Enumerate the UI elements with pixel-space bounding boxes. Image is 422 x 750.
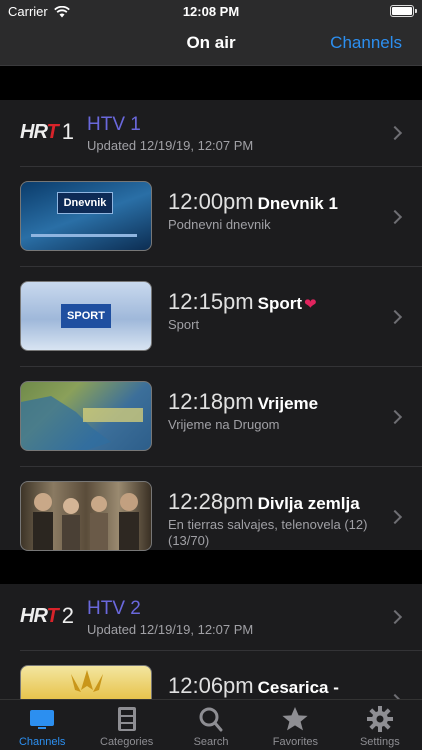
tab-settings[interactable]: Settings xyxy=(338,700,422,750)
cast-photo-graphic xyxy=(33,493,139,550)
search-icon xyxy=(199,707,223,732)
program-thumbnail xyxy=(20,381,152,451)
heart-icon: ❤ xyxy=(304,296,317,313)
on-air-list[interactable]: HRT 1 HTV 1 Updated 12/19/19, 12:07 PM D… xyxy=(0,66,422,699)
tab-label: Search xyxy=(193,736,229,748)
program-thumbnail xyxy=(20,481,152,551)
program-subtitle: Podnevni dnevnik xyxy=(168,217,271,232)
program-thumbnail xyxy=(20,665,152,699)
status-bar: Carrier 12:08 PM xyxy=(0,0,422,22)
channel-number: 1 xyxy=(61,119,74,144)
program-row[interactable]: 12:18pm Vrijeme Vrijeme na Drugom xyxy=(20,366,422,466)
thumbnail-graphic xyxy=(71,670,103,692)
program-subtitle: Sport xyxy=(168,317,200,332)
channel-section-htv2: HRT 2 HTV 2 Updated 12/19/19, 12:07 PM 1… xyxy=(0,584,422,699)
program-time: 12:00pm xyxy=(168,189,254,214)
channel-header-htv2[interactable]: HRT 2 HTV 2 Updated 12/19/19, 12:07 PM xyxy=(0,584,422,650)
program-title: Cesarica - xyxy=(257,678,339,697)
program-title: Vrijeme xyxy=(257,394,319,413)
chevron-right-icon xyxy=(387,609,403,625)
navigation-bar: On air Channels xyxy=(0,22,422,66)
program-subtitle: Vrijeme na Drugom xyxy=(168,417,280,432)
tab-bar: Channels Categories Search Favorites Set… xyxy=(0,699,422,750)
hrt-logo: HRT 2 xyxy=(20,603,74,628)
program-time: 12:15pm xyxy=(168,289,254,314)
program-row[interactable]: Dnevnik 12:00pm Dnevnik 1 Podnevni dnevni… xyxy=(20,166,422,266)
thumbnail-caption: SPORT xyxy=(61,304,111,328)
program-thumbnail: Dnevnik xyxy=(20,181,152,251)
program-time: 12:06pm xyxy=(168,673,254,698)
program-title: Dnevnik 1 xyxy=(257,194,338,213)
tab-label: Channels xyxy=(18,736,66,748)
tv-icon xyxy=(30,710,55,729)
chevron-right-icon xyxy=(387,125,403,141)
channel-updated: Updated 12/19/19, 12:07 PM xyxy=(87,622,254,637)
status-time: 12:08 PM xyxy=(182,4,240,19)
program-time: 12:28pm xyxy=(168,489,254,514)
tab-channels[interactable]: Channels xyxy=(0,700,84,750)
tab-categories[interactable]: Categories xyxy=(84,700,168,750)
tab-label: Settings xyxy=(359,736,400,748)
tab-label: Categories xyxy=(100,736,154,748)
channel-header-htv1[interactable]: HRT 1 HTV 1 Updated 12/19/19, 12:07 PM xyxy=(0,100,422,166)
channel-name: HTV 2 xyxy=(87,598,141,619)
channel-section-htv1: HRT 1 HTV 1 Updated 12/19/19, 12:07 PM D… xyxy=(0,100,422,551)
thumbnail-caption: Dnevnik xyxy=(57,192,113,214)
channels-button[interactable]: Channels xyxy=(330,33,402,53)
tab-label: Favorites xyxy=(272,736,319,748)
star-icon xyxy=(282,707,309,731)
channel-updated: Updated 12/19/19, 12:07 PM xyxy=(87,138,254,153)
cabinet-icon xyxy=(117,707,136,731)
hrt-logo: HRT 1 xyxy=(20,119,74,144)
program-row[interactable]: SPORT 12:15pm Sport ❤ Sport xyxy=(20,266,422,366)
channel-number: 2 xyxy=(61,603,74,628)
weather-map-graphic xyxy=(21,396,143,450)
program-thumbnail: SPORT xyxy=(20,281,152,351)
program-row[interactable]: 12:06pm Cesarica - xyxy=(20,650,422,699)
battery-icon xyxy=(390,5,417,17)
program-time: 12:18pm xyxy=(168,389,254,414)
program-row[interactable]: 12:28pm Divlja zemlja En tierras salvajes… xyxy=(20,466,422,566)
gear-icon xyxy=(366,706,393,732)
tab-search[interactable]: Search xyxy=(169,700,253,750)
program-title: Divlja zemlja xyxy=(257,494,360,513)
program-subtitle: En tierras salvajes, telenovela (12) (13… xyxy=(168,517,368,548)
program-title: Sport xyxy=(257,294,303,313)
tab-favorites[interactable]: Favorites xyxy=(253,700,337,750)
channel-name: HTV 1 xyxy=(87,114,141,135)
